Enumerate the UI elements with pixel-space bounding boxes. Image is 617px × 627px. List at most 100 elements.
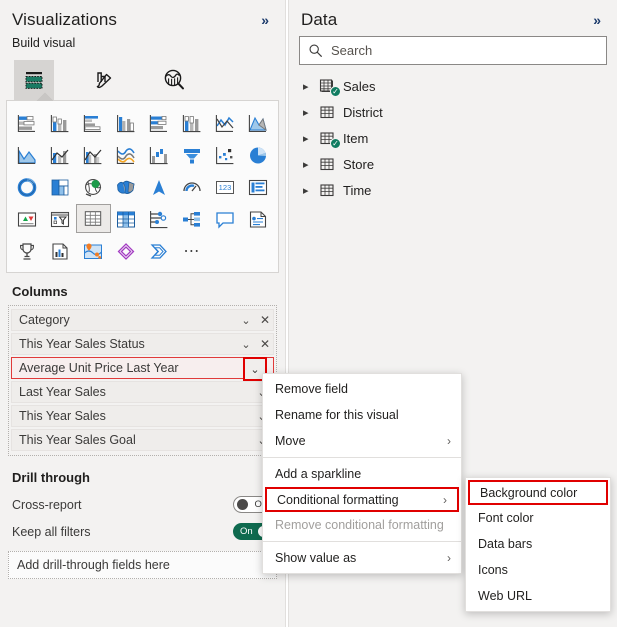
search-input[interactable] <box>329 42 598 59</box>
treemap-icon[interactable] <box>44 173 77 202</box>
stacked-area-chart-icon[interactable] <box>11 141 44 170</box>
build-visual-label: Build visual <box>12 36 76 50</box>
remove-field-icon[interactable]: ✕ <box>257 313 273 327</box>
submenu-item-label: Background color <box>480 485 578 500</box>
visualizations-header: Visualizations » <box>0 0 285 36</box>
ribbon-chart-icon[interactable] <box>110 141 143 170</box>
tree-item-sales[interactable]: ▸ ✓ Sales <box>289 73 617 99</box>
arcgis-map-icon[interactable] <box>77 237 110 266</box>
area-chart-icon[interactable] <box>241 109 274 138</box>
stacked-column-chart-icon[interactable] <box>44 109 77 138</box>
submenu-item-icons[interactable]: Icons <box>466 557 610 583</box>
funnel-chart-icon[interactable] <box>175 141 208 170</box>
kpi-icon[interactable] <box>11 205 44 234</box>
power-apps-icon[interactable] <box>110 237 143 266</box>
chevron-right-icon[interactable]: ▸ <box>303 80 319 93</box>
pie-chart-icon[interactable] <box>241 141 274 170</box>
stacked-bar-chart-icon[interactable] <box>11 109 44 138</box>
chevron-right-icon: › <box>447 551 451 565</box>
chevron-right-icon[interactable]: ▸ <box>303 132 319 145</box>
submenu-item-web-url[interactable]: Web URL <box>466 583 610 609</box>
chevron-right-icon: › <box>447 434 451 448</box>
tree-item-label: District <box>343 104 383 120</box>
line-and-stacked-column-icon[interactable] <box>44 141 77 170</box>
smart-narrative-icon[interactable] <box>241 205 274 234</box>
tree-item-label: Item <box>343 130 369 146</box>
menu-item-add-a-sparkline[interactable]: Add a sparkline <box>263 461 461 487</box>
clustered-bar-chart-icon[interactable] <box>77 109 110 138</box>
chevron-right-icon[interactable]: ▸ <box>303 158 319 171</box>
line-and-clustered-column-icon[interactable] <box>77 141 110 170</box>
matrix-icon[interactable] <box>110 205 143 234</box>
more-options-icon[interactable]: ⋯ <box>175 237 208 266</box>
svg-text:123: 123 <box>218 183 231 192</box>
active-tab-pointer <box>36 92 54 101</box>
submenu-item-font-color[interactable]: Font color <box>466 505 610 531</box>
menu-separator <box>263 541 461 542</box>
measure-table-icon: ✓ <box>319 78 343 97</box>
menu-item-rename-for-this-visual[interactable]: Rename for this visual <box>263 402 461 428</box>
field-row-this-year-sales-goal[interactable]: This Year Sales Goal ⌄ <box>11 429 274 451</box>
field-row-last-year-sales[interactable]: Last Year Sales ⌄ <box>11 381 274 403</box>
tree-item-item[interactable]: ▸ ✓ Item <box>289 125 617 151</box>
menu-separator <box>263 457 461 458</box>
menu-item-label: Show value as <box>275 551 357 565</box>
qanda-icon[interactable] <box>208 205 241 234</box>
ellipsis-glyph: ⋯ <box>183 242 201 260</box>
submenu-item-background-color[interactable]: Background color <box>468 480 608 505</box>
submenu-item-label: Data bars <box>478 537 533 551</box>
map-icon[interactable] <box>77 173 110 202</box>
scatter-chart-icon[interactable] <box>208 141 241 170</box>
hundred-percent-stacked-column-icon[interactable] <box>175 109 208 138</box>
field-row-this-year-sales-status[interactable]: This Year Sales Status ⌄ ✕ <box>11 333 274 355</box>
chevron-down-icon[interactable]: ⌄ <box>235 314 257 327</box>
chevron-right-icon[interactable]: ▸ <box>303 184 319 197</box>
remove-field-icon[interactable]: ✕ <box>257 337 273 351</box>
decomposition-tree-icon[interactable] <box>175 205 208 234</box>
power-automate-icon[interactable] <box>143 237 176 266</box>
tree-item-time[interactable]: ▸ Time <box>289 177 617 203</box>
build-visual-tab[interactable] <box>14 60 54 101</box>
field-row-average-unit-price-last-year[interactable]: Average Unit Price Last Year ⌄ <box>11 357 274 381</box>
field-label: Last Year Sales <box>19 385 106 399</box>
drill-through-placeholder: Add drill-through fields here <box>17 558 170 572</box>
gauge-icon[interactable] <box>175 173 208 202</box>
chevron-right-icon[interactable]: ▸ <box>303 106 319 119</box>
card-icon[interactable]: 123 <box>208 173 241 202</box>
conditional-formatting-submenu: Background color Font color Data bars Ic… <box>465 477 611 612</box>
clustered-column-chart-icon[interactable] <box>110 109 143 138</box>
drill-through-drop-zone[interactable]: Add drill-through fields here <box>8 551 277 579</box>
analytics-tab[interactable] <box>154 60 194 100</box>
slicer-icon[interactable] <box>44 205 77 234</box>
format-visual-tab[interactable] <box>84 60 124 100</box>
tree-item-district[interactable]: ▸ District <box>289 99 617 125</box>
field-row-this-year-sales[interactable]: This Year Sales ⌄ <box>11 405 274 427</box>
data-search-box[interactable] <box>299 36 607 65</box>
field-label: This Year Sales Goal <box>19 433 136 447</box>
table-icon[interactable] <box>75 204 111 233</box>
dot-plot-icon[interactable] <box>143 205 176 234</box>
hundred-percent-stacked-bar-icon[interactable] <box>143 109 176 138</box>
tree-item-label: Store <box>343 156 375 172</box>
metrics-icon[interactable] <box>11 237 44 266</box>
checkmark-badge: ✓ <box>330 86 341 97</box>
filled-map-icon[interactable] <box>110 173 143 202</box>
chevron-double-right-icon[interactable]: » <box>257 13 273 27</box>
chevron-double-right-icon[interactable]: » <box>589 13 605 27</box>
multi-row-card-icon[interactable] <box>241 173 274 202</box>
chevron-down-icon[interactable]: ⌄ <box>235 338 257 351</box>
menu-item-conditional-formatting[interactable]: Conditional formatting › <box>265 487 459 512</box>
menu-item-remove-field[interactable]: Remove field <box>263 376 461 402</box>
columns-field-well: Category ⌄ ✕ This Year Sales Status ⌄ ✕ … <box>8 305 277 456</box>
tree-item-store[interactable]: ▸ Store <box>289 151 617 177</box>
visualizations-title: Visualizations <box>12 10 118 29</box>
donut-chart-icon[interactable] <box>11 173 44 202</box>
waterfall-chart-icon[interactable] <box>143 141 176 170</box>
field-row-category[interactable]: Category ⌄ ✕ <box>11 309 274 331</box>
azure-map-icon[interactable] <box>143 173 176 202</box>
menu-item-move[interactable]: Move › <box>263 428 461 454</box>
submenu-item-data-bars[interactable]: Data bars <box>466 531 610 557</box>
paginated-report-icon[interactable] <box>44 237 77 266</box>
menu-item-show-value-as[interactable]: Show value as › <box>263 545 461 571</box>
line-chart-icon[interactable] <box>208 109 241 138</box>
